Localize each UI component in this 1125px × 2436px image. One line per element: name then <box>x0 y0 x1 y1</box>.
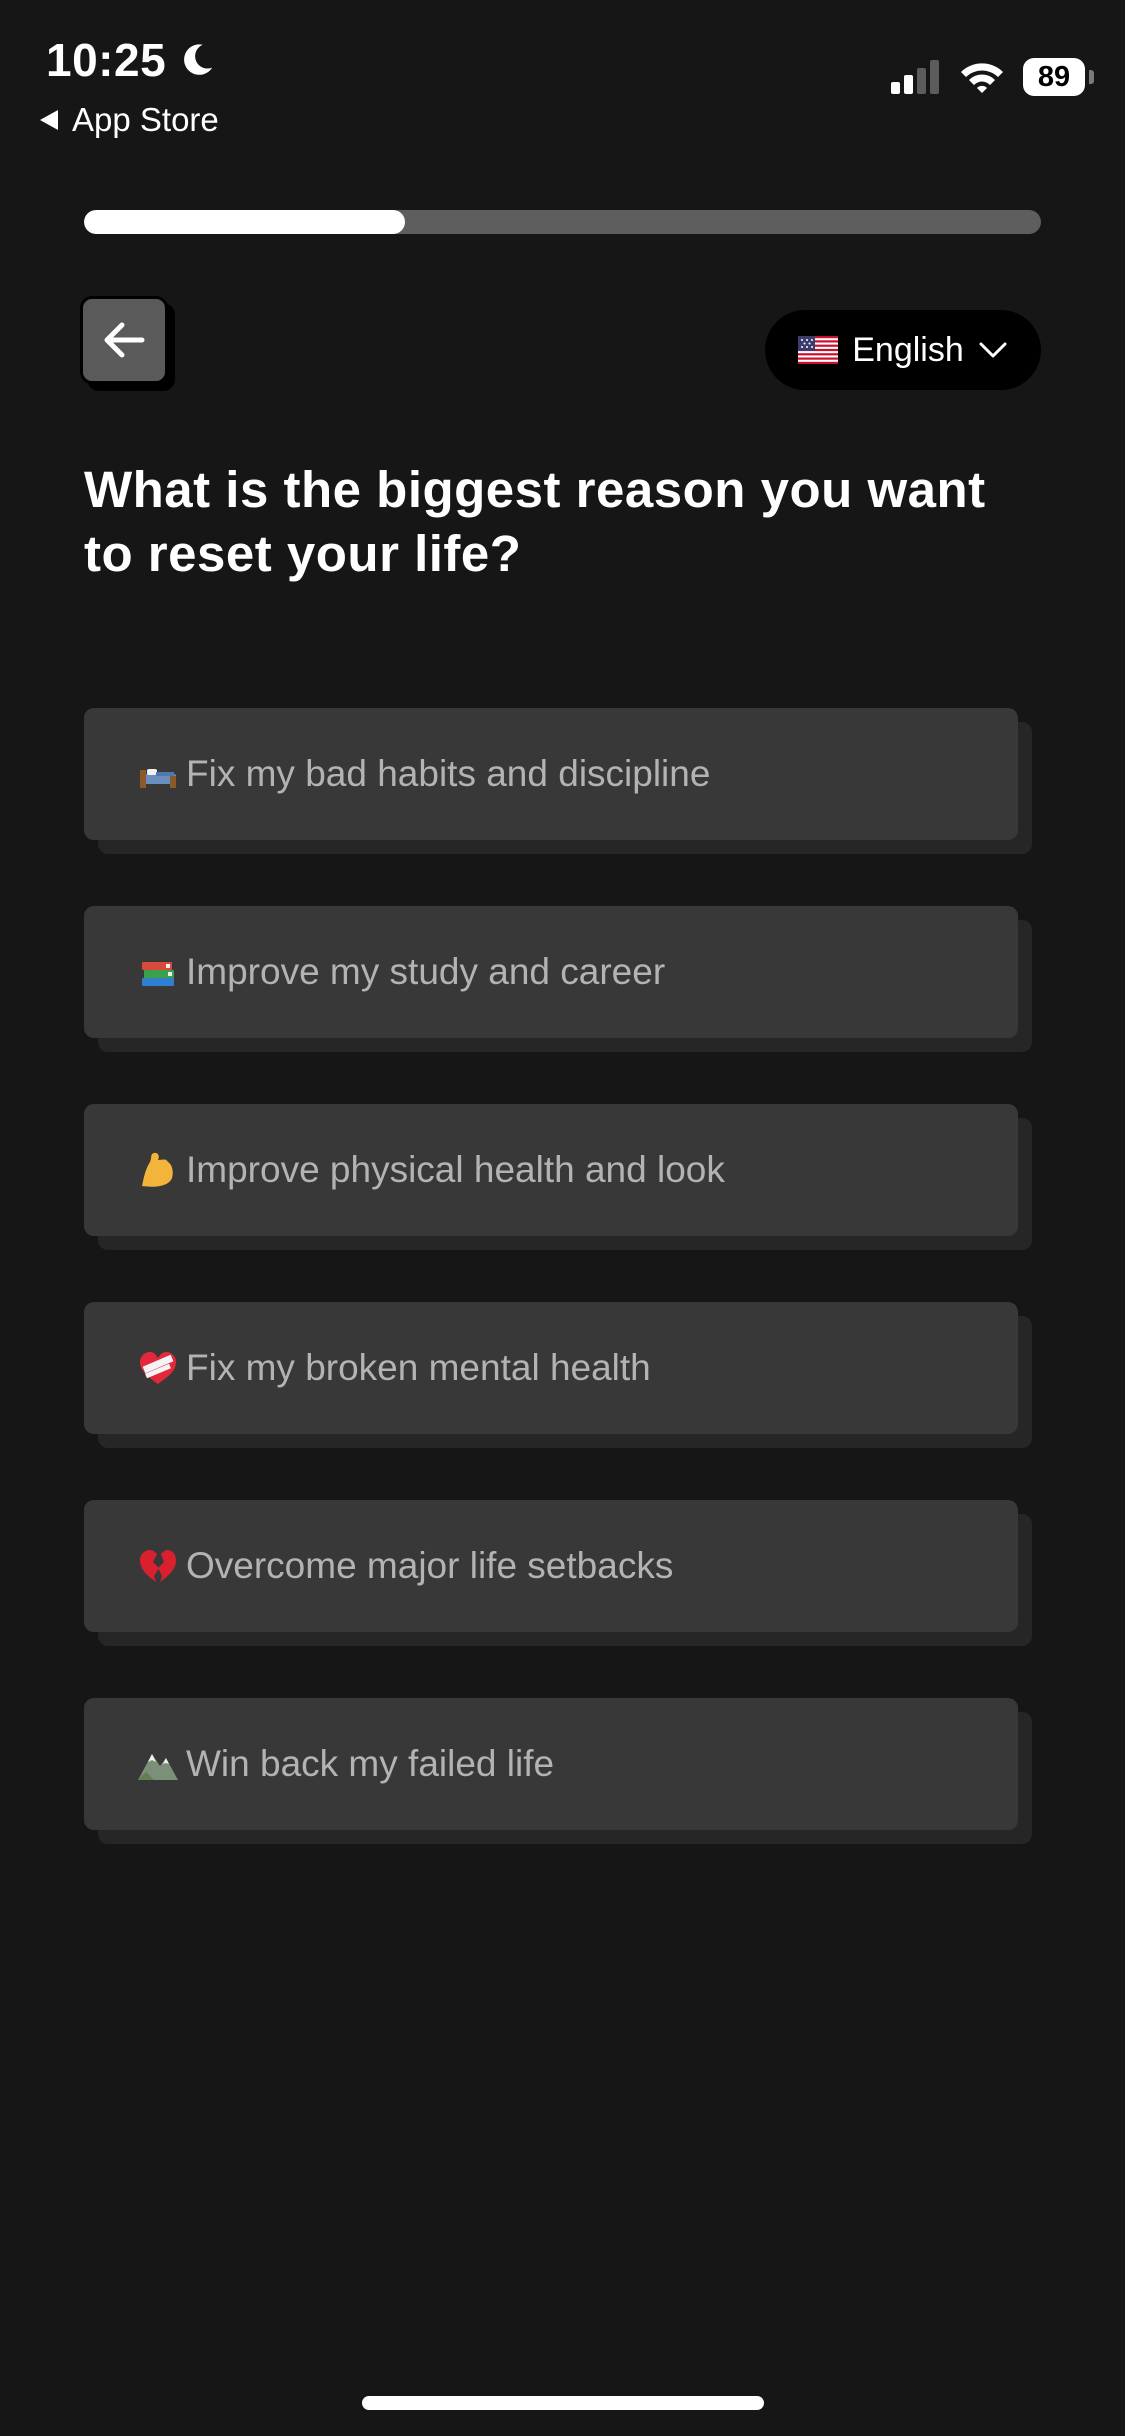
mountain-icon <box>138 1754 178 1780</box>
language-selector[interactable]: English <box>765 310 1041 390</box>
option-label: Improve physical health and look <box>186 1149 725 1190</box>
mending-heart-icon <box>140 1352 176 1384</box>
us-flag-icon <box>798 336 839 364</box>
option-mental-health[interactable]: Fix my broken mental health <box>84 1302 1018 1434</box>
option-label: Overcome major life setbacks <box>186 1545 674 1586</box>
wifi-icon <box>961 63 1003 93</box>
chevron-down-icon <box>979 342 1007 358</box>
time-label: 10:25 <box>46 34 167 86</box>
broken-heart-icon <box>140 1550 176 1582</box>
moon-icon <box>184 44 213 75</box>
option-label: Win back my failed life <box>186 1743 555 1784</box>
option-label: Fix my broken mental health <box>186 1347 651 1388</box>
back-button[interactable] <box>80 296 168 384</box>
home-indicator[interactable] <box>362 2396 764 2410</box>
option-fix-habits[interactable]: Fix my bad habits and discipline <box>84 708 1018 840</box>
back-to-app-store-link[interactable]: App Store <box>38 100 219 140</box>
arrow-left-icon <box>104 322 145 358</box>
option-life-setbacks[interactable]: Overcome major life setbacks <box>84 1500 1018 1632</box>
question-title: What is the biggest reason you want to r… <box>84 461 986 582</box>
option-win-back-life[interactable]: Win back my failed life <box>84 1698 1018 1830</box>
books-icon <box>142 962 174 986</box>
language-label: English <box>852 330 964 369</box>
battery-level: 89 <box>1037 61 1071 93</box>
battery-icon: 89 <box>1023 58 1094 96</box>
battery-nub <box>1089 70 1094 84</box>
back-app-label: App Store <box>72 101 219 138</box>
status-time: 10:25 <box>46 30 216 90</box>
progress-fill <box>84 210 405 234</box>
progress-bar <box>84 210 1041 234</box>
option-physical-health[interactable]: Improve physical health and look <box>84 1104 1018 1236</box>
status-right: 89 <box>891 58 1094 96</box>
option-label: Improve my study and career <box>186 951 666 992</box>
bed-icon <box>140 769 176 788</box>
flexed-bicep-icon <box>142 1152 173 1187</box>
cellular-signal-icon <box>891 60 939 94</box>
option-label: Fix my bad habits and discipline <box>186 753 711 794</box>
option-study-career[interactable]: Improve my study and career <box>84 906 1018 1038</box>
back-triangle-icon <box>40 110 58 130</box>
